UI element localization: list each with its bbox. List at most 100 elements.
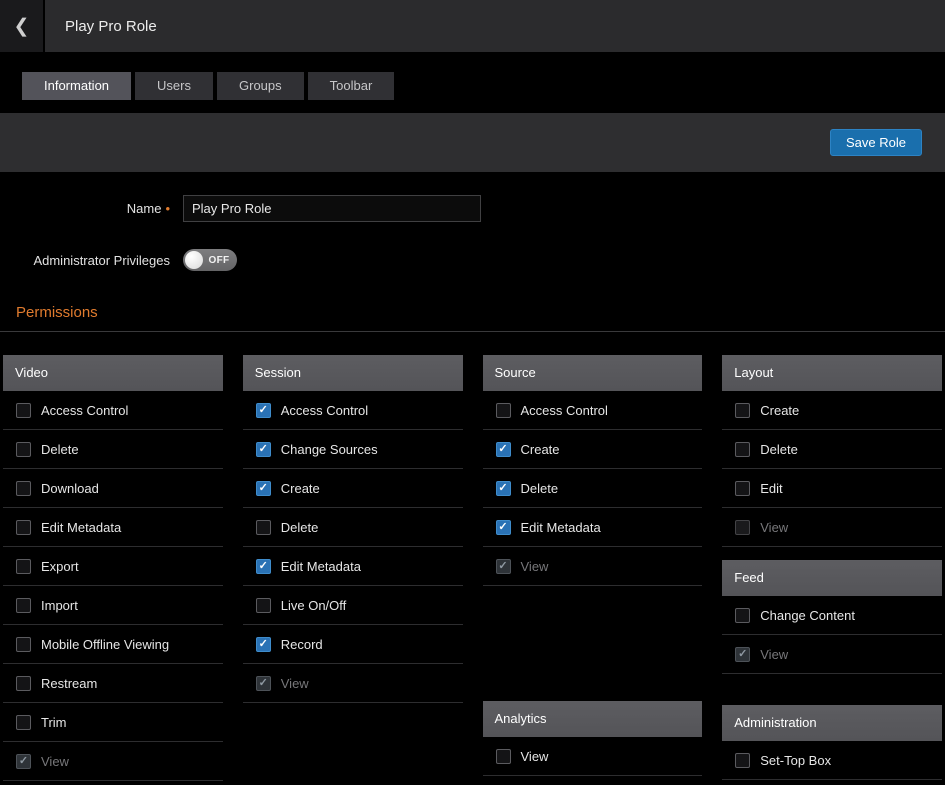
permission-row[interactable]: ✓ Change Sources [243,430,463,469]
checkbox[interactable] [735,753,750,768]
permission-label: Change Sources [281,442,378,457]
permission-row[interactable]: Mobile Offline Viewing [3,625,223,664]
checkbox[interactable]: ✓ [256,403,271,418]
permission-label: View [760,520,788,535]
checkbox[interactable] [16,442,31,457]
permission-row[interactable]: Delete [722,430,942,469]
permission-row[interactable]: Export [3,547,223,586]
permission-row[interactable]: ✓Edit Metadata [483,508,703,547]
permission-row: ✓View [722,635,942,674]
checkbox[interactable]: ✓ [496,520,511,535]
permission-row[interactable]: Delete [3,430,223,469]
permission-row: View [722,508,942,547]
name-input[interactable] [183,195,481,222]
permission-group-header: Layout [722,355,942,391]
checkbox[interactable] [16,481,31,496]
checkbox[interactable] [16,559,31,574]
permission-label: Delete [760,442,798,457]
save-role-button[interactable]: Save Role [830,129,922,156]
permission-label: Import [41,598,78,613]
tab-toolbar[interactable]: Toolbar [308,72,395,100]
permission-row[interactable]: ✓Delete [483,469,703,508]
permission-group: AdministrationSet-Top Box [722,705,942,780]
permissions-column: Session✓Access Control✓Change Sources✓Cr… [243,355,463,703]
tab-users[interactable]: Users [135,72,213,100]
checkbox[interactable] [735,608,750,623]
checkbox[interactable] [16,403,31,418]
permission-group-header: Analytics [483,701,703,737]
checkbox[interactable] [16,715,31,730]
permission-row[interactable]: Download [3,469,223,508]
permission-group: VideoAccess ControlDeleteDownloadEdit Me… [3,355,223,781]
checkbox[interactable]: ✓ [256,559,271,574]
permission-group: SourceAccess Control✓Create✓Delete✓Edit … [483,355,703,586]
checkbox[interactable] [735,403,750,418]
permission-label: Export [41,559,79,574]
permission-label: Set-Top Box [760,753,831,768]
checkbox[interactable]: ✓ [496,481,511,496]
permissions-column: SourceAccess Control✓Create✓Delete✓Edit … [483,355,703,776]
permission-row[interactable]: Change Content [722,596,942,635]
checkbox[interactable]: ✓ [256,442,271,457]
checkbox[interactable] [16,637,31,652]
permission-row[interactable]: Set-Top Box [722,741,942,780]
permission-row[interactable]: Access Control [3,391,223,430]
action-toolbar: Save Role [0,113,945,172]
check-icon: ✓ [738,649,747,660]
permission-row[interactable]: ✓ Record [243,625,463,664]
checkbox[interactable]: ✓ [496,442,511,457]
permission-row[interactable]: Edit Metadata [3,508,223,547]
checkbox[interactable] [256,520,271,535]
permission-label: Record [281,637,323,652]
permission-row[interactable]: ✓Edit Metadata [243,547,463,586]
checkbox[interactable]: ✓ [256,637,271,652]
check-icon: ✓ [259,405,268,416]
checkbox[interactable] [496,749,511,764]
checkbox[interactable] [256,598,271,613]
toggle-knob-icon [185,251,203,269]
permission-group-header: Session [243,355,463,391]
checkbox [735,520,750,535]
permission-row[interactable]: Live On/Off [243,586,463,625]
admin-privileges-toggle[interactable]: OFF [183,249,237,271]
checkbox[interactable] [16,520,31,535]
permission-row[interactable]: View [483,737,703,776]
permission-row[interactable]: Delete [243,508,463,547]
checkbox[interactable] [735,442,750,457]
permission-label: Edit Metadata [41,520,121,535]
permission-label: Trim [41,715,67,730]
checkbox[interactable] [16,598,31,613]
check-icon: ✓ [498,561,507,572]
permissions-heading: Permissions [16,304,945,321]
permission-group: Feed Change Content ✓View [722,560,942,674]
checkbox[interactable] [735,481,750,496]
permission-row[interactable]: Edit [722,469,942,508]
checkbox[interactable]: ✓ [256,481,271,496]
permission-row[interactable]: Create [722,391,942,430]
permission-row[interactable]: Access Control [483,391,703,430]
permission-row[interactable]: ✓ Create [243,469,463,508]
permission-label: Create [281,481,320,496]
tab-information[interactable]: Information [22,72,131,100]
required-marker: • [165,201,170,216]
check-icon: ✓ [259,483,268,494]
back-button[interactable]: ❮ [0,0,45,52]
check-icon: ✓ [259,444,268,455]
permission-row[interactable]: ✓Create [483,430,703,469]
checkbox[interactable] [16,676,31,691]
permission-row[interactable]: ✓Access Control [243,391,463,430]
tab-groups[interactable]: Groups [217,72,304,100]
chevron-left-icon: ❮ [14,17,30,36]
permission-label: Restream [41,676,97,691]
header: ❮ Play Pro Role [0,0,945,52]
permission-group-header: Feed [722,560,942,596]
permission-row[interactable]: Restream [3,664,223,703]
check-icon: ✓ [498,522,507,533]
permission-label: Edit [760,481,782,496]
permissions-columns: VideoAccess ControlDeleteDownloadEdit Me… [0,355,945,781]
permission-row[interactable]: Trim [3,703,223,742]
checkbox[interactable] [496,403,511,418]
permission-label: Change Content [760,608,855,623]
permission-row[interactable]: Import [3,586,223,625]
permission-label: Delete [41,442,79,457]
